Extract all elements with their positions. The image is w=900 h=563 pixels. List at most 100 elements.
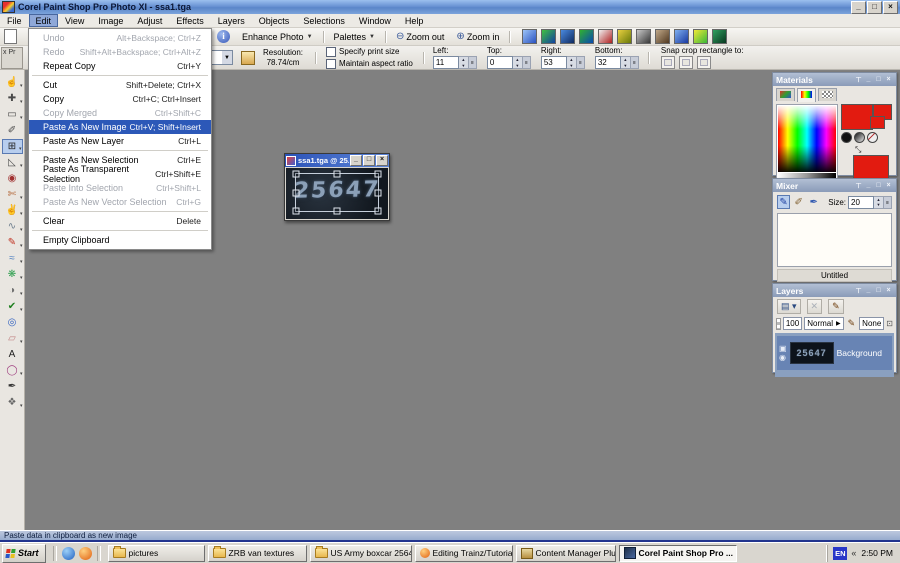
tab-frame[interactable] (776, 88, 795, 101)
task-zrb-van-textures[interactable]: ZRB van textures (208, 545, 307, 562)
spinner-buttons[interactable]: ▲▼ (874, 196, 884, 209)
mixer-size-control[interactable]: 20▲▼≡ (848, 196, 892, 209)
menu-item-repeat-copy[interactable]: Repeat CopyCtrl+Y (29, 59, 211, 73)
menu-adjust[interactable]: Adjust (130, 14, 169, 27)
spinner-slider[interactable]: ≡ (631, 56, 639, 69)
flyout-arrow-icon[interactable]: ▾ (20, 403, 23, 409)
task-editing-trainz-tutorials-f-[interactable]: Editing Trainz/Tutorials F... (415, 545, 513, 562)
panel-minimize-icon[interactable]: _ (864, 76, 873, 83)
panel-maximize-icon[interactable]: □ (874, 287, 883, 294)
crop-field-value[interactable]: 11 (433, 56, 459, 69)
flyout-arrow-icon[interactable]: ▾ (20, 195, 23, 201)
flyout-arrow-icon[interactable]: ▾ (19, 146, 22, 152)
firefox-icon[interactable] (79, 547, 92, 560)
menu-effects[interactable]: Effects (169, 14, 210, 27)
menu-item-paste-as-transparent-selection[interactable]: Paste As Transparent SelectionCtrl+Shift… (29, 167, 211, 181)
new-image-icon[interactable] (4, 29, 17, 44)
eraser-tool[interactable]: ▱▾ (2, 331, 23, 346)
menu-item-cut[interactable]: CutShift+Delete; Ctrl+X (29, 78, 211, 92)
lock-icon[interactable]: ⊡ (886, 319, 893, 328)
flyout-arrow-icon[interactable]: ▾ (20, 99, 23, 105)
selection-handle[interactable] (334, 171, 341, 178)
effect-noise-icon[interactable] (655, 29, 670, 44)
task-corel-paint-shop-pro-[interactable]: Corel Paint Shop Pro ... (619, 545, 737, 562)
spinner-slider[interactable]: ≡ (577, 56, 585, 69)
crop-field-control[interactable]: 32▲▼≡ (595, 56, 639, 69)
selection-tool[interactable]: ▭▾ (2, 107, 23, 122)
selection-handle[interactable] (293, 189, 300, 196)
effect-weave-icon[interactable] (636, 29, 651, 44)
image-window-titlebar[interactable]: ssa1.tga @ 25... _ □ × (285, 154, 389, 167)
tray-chevron-icon[interactable]: « (851, 548, 856, 558)
spinner-buttons[interactable]: ▲▼ (567, 56, 577, 69)
move-tool[interactable]: ✚▾ (2, 91, 23, 106)
menu-item-copy[interactable]: CopyCtrl+C; Ctrl+Insert (29, 92, 211, 106)
preset-shape-tool[interactable]: ◯▾ (2, 363, 23, 378)
stroke-material-swatch[interactable] (853, 155, 889, 179)
image-window[interactable]: ssa1.tga @ 25... _ □ × 25647 (284, 153, 390, 221)
mixer-brush-tool[interactable]: ✒ (807, 195, 820, 209)
task-pictures[interactable]: pictures (108, 545, 205, 562)
menu-window[interactable]: Window (352, 14, 398, 27)
zoom-out-button[interactable]: ⊖ Zoom out (391, 30, 449, 43)
crop-field-value[interactable]: 32 (595, 56, 621, 69)
internet-explorer-icon[interactable] (62, 547, 75, 560)
panel-maximize-icon[interactable]: □ (874, 182, 883, 189)
mixer-size-value[interactable]: 20 (848, 196, 874, 209)
text-tool[interactable]: A (2, 347, 23, 362)
eye-icon[interactable]: ◉ (779, 353, 787, 362)
pin-icon[interactable]: ⊤ (854, 287, 863, 295)
selection-handle[interactable] (293, 208, 300, 215)
crop-field-control[interactable]: 0▲▼≡ (487, 56, 531, 69)
maximize-button[interactable]: □ (867, 1, 882, 14)
panel-close-icon[interactable]: × (884, 76, 893, 83)
dropper-tool[interactable]: ✐ (2, 123, 23, 138)
color-effects-brush-tool[interactable]: ❋▾ (2, 267, 23, 282)
selection-handle[interactable] (375, 171, 382, 178)
gradient-style-icon[interactable] (854, 132, 865, 143)
snap-merged-opaque-icon[interactable] (679, 56, 693, 69)
checkbox-icon[interactable] (326, 47, 336, 57)
mixer-palette-knife-tool[interactable]: ✐ (792, 195, 805, 209)
flyout-arrow-icon[interactable]: ▾ (20, 83, 23, 89)
mixer-tube-tool[interactable]: ✎ (777, 195, 790, 209)
image-maximize-button[interactable]: □ (363, 155, 375, 166)
selection-handle[interactable] (334, 208, 341, 215)
image-canvas[interactable]: 25647 (286, 168, 388, 219)
apply-icon[interactable] (241, 51, 255, 65)
mixer-panel-titlebar[interactable]: Mixer ⊤ _ □ × (773, 179, 896, 192)
flyout-arrow-icon[interactable]: ▾ (20, 275, 23, 281)
materials-panel-titlebar[interactable]: Materials ⊤ _ □ × (773, 73, 896, 86)
checkbox-icon[interactable] (326, 59, 336, 69)
task-content-manager-plus[interactable]: Content Manager Plus (516, 545, 616, 562)
dock-close-icon[interactable]: x (3, 49, 7, 56)
effect-buttonize-icon[interactable] (579, 29, 594, 44)
spinner-buttons[interactable]: ▲▼ (459, 56, 469, 69)
spinner-slider[interactable]: ≡ (884, 196, 892, 209)
red-eye-tool[interactable]: ◉ (2, 171, 23, 186)
scratch-remover-tool[interactable]: ∿▾ (2, 219, 23, 234)
checkbox-maintain-aspect-ratio[interactable]: Maintain aspect ratio (326, 59, 413, 69)
minimize-button[interactable]: _ (851, 1, 866, 14)
crop-field-value[interactable]: 0 (487, 56, 513, 69)
flyout-arrow-icon[interactable]: ▾ (20, 227, 23, 233)
layer-visibility-icons[interactable]: ▣ ◉ (779, 344, 787, 362)
effect-sphere-icon[interactable] (560, 29, 575, 44)
panel-maximize-icon[interactable]: □ (874, 76, 883, 83)
menu-edit[interactable]: Edit (29, 14, 59, 27)
flyout-arrow-icon[interactable]: ▾ (20, 339, 23, 345)
selection-handle[interactable] (293, 171, 300, 178)
menu-item-empty-clipboard[interactable]: Empty Clipboard (29, 233, 211, 247)
effect-gem-icon[interactable] (674, 29, 689, 44)
layer-edit-button[interactable]: ✎ (828, 299, 844, 314)
menu-item-clear[interactable]: ClearDelete (29, 214, 211, 228)
pan-tool[interactable]: ☝▾ (2, 75, 23, 90)
flyout-arrow-icon[interactable]: ▾ (20, 371, 23, 377)
effect-texture-icon[interactable] (712, 29, 727, 44)
panel-minimize-icon[interactable]: _ (864, 182, 873, 189)
link-set-dropdown[interactable]: None (859, 317, 884, 330)
menu-item-paste-as-new-image[interactable]: Paste As New ImageCtrl+V; Shift+Insert (29, 120, 211, 134)
effect-sunburst-icon[interactable] (617, 29, 632, 44)
crop-field-control[interactable]: 53▲▼≡ (541, 56, 585, 69)
crop-tool[interactable]: ⊞▾ (2, 139, 23, 154)
